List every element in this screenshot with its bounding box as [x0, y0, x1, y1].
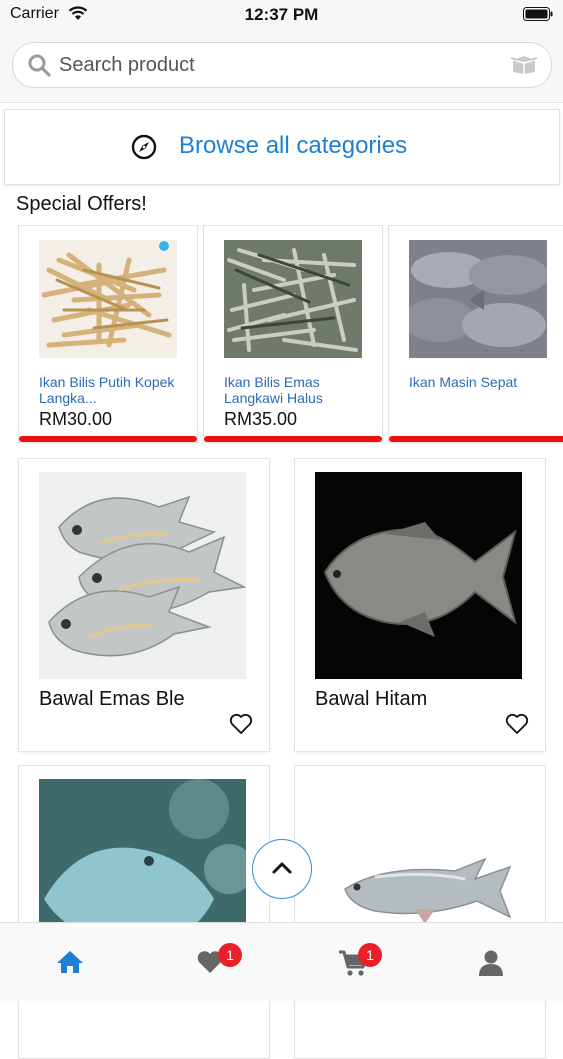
bottom-tab-bar: 1 1	[0, 922, 563, 1001]
product-image	[315, 472, 522, 679]
product-card[interactable]	[294, 765, 546, 1059]
search-icon	[28, 54, 51, 77]
offer-highlight-bar	[204, 436, 382, 442]
clock: 12:37 PM	[244, 5, 319, 24]
scroll-to-top-button[interactable]	[252, 839, 312, 899]
product-name: Bawal Hitam	[315, 688, 428, 710]
wishlist-badge: 1	[218, 943, 242, 967]
offer-name: Ikan Masin Sepat	[409, 374, 518, 390]
user-icon	[479, 950, 503, 976]
offer-card[interactable]: Ikan Bilis Putih Kopek Langka... RM30.00	[18, 225, 198, 443]
product-card[interactable]: Bawal Hitam	[294, 458, 546, 752]
offer-price: RM35.00	[224, 409, 298, 429]
product-name: Bawal Emas Ble	[39, 688, 185, 710]
tab-home[interactable]	[50, 943, 90, 983]
browse-categories-label: Browse all categories	[179, 132, 408, 159]
special-offers-title: Special Offers!	[16, 193, 147, 215]
battery-icon	[523, 7, 553, 21]
header	[0, 30, 563, 103]
heart-icon[interactable]	[229, 713, 253, 735]
compass-icon	[131, 134, 157, 160]
offer-highlight-bar	[19, 436, 197, 442]
offer-name: Ikan Bilis Emas Langkawi Halus	[224, 374, 323, 406]
offer-price: RM30.00	[39, 409, 113, 429]
browse-categories-button[interactable]: Browse all categories	[4, 109, 560, 185]
search-bar[interactable]	[12, 42, 552, 88]
offer-image	[409, 240, 547, 358]
offer-card[interactable]: Ikan Masin Sepat	[388, 225, 563, 443]
offer-card[interactable]: Ikan Bilis Emas Langkawi Halus RM35.00	[203, 225, 383, 443]
offer-image	[39, 240, 177, 358]
home-icon	[57, 951, 83, 973]
cart-badge: 1	[358, 943, 382, 967]
product-image	[39, 472, 246, 679]
offer-highlight-bar	[389, 436, 563, 442]
offer-name: Ikan Bilis Putih Kopek Langka...	[39, 374, 175, 406]
search-input[interactable]	[59, 43, 489, 87]
special-offers-carousel[interactable]: Ikan Bilis Putih Kopek Langka... RM30.00…	[18, 225, 563, 445]
chevron-up-icon	[272, 862, 292, 874]
product-card[interactable]: Bawal Emas Ble	[18, 458, 270, 752]
offer-image	[224, 240, 362, 358]
tab-wishlist[interactable]: 1	[190, 943, 242, 983]
heart-icon[interactable]	[505, 713, 529, 735]
package-icon[interactable]	[511, 55, 537, 75]
status-bar: Carrier 12:37 PM	[0, 0, 563, 30]
tab-cart[interactable]: 1	[332, 943, 382, 983]
product-card[interactable]	[18, 765, 270, 1059]
tab-profile[interactable]	[472, 943, 512, 983]
